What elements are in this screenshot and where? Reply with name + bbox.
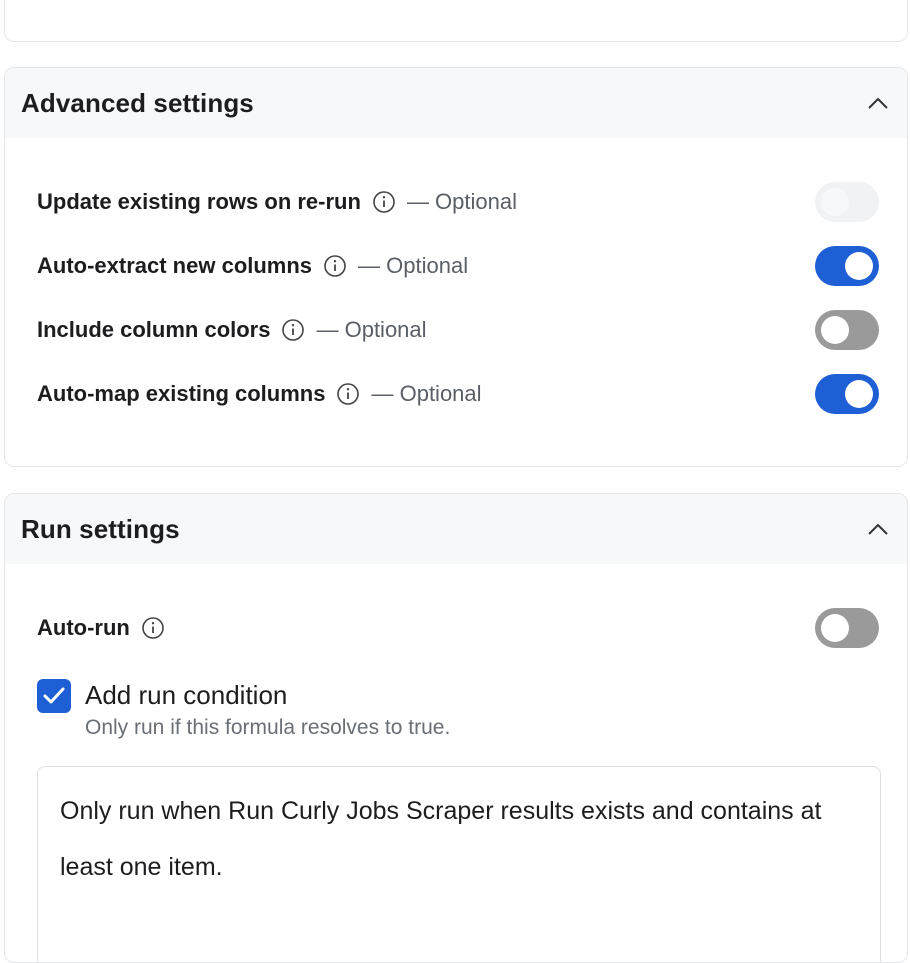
toggle-knob	[821, 614, 849, 642]
advanced-settings-header[interactable]: Advanced settings	[5, 68, 907, 138]
run-condition-checkbox[interactable]	[37, 679, 71, 713]
setting-row-auto-map-columns: Auto-map existing columns — Optional	[37, 372, 879, 416]
run-condition-formula-input[interactable]: Only run when Run Curly Jobs Scraper res…	[37, 766, 881, 962]
setting-row-auto-extract-columns: Auto-extract new columns — Optional	[37, 244, 879, 288]
chevron-up-icon[interactable]	[865, 516, 891, 542]
run-settings-card: Run settings Auto-run Add run condition …	[4, 493, 908, 963]
optional-tag: — Optional	[316, 317, 427, 342]
auto-map-columns-toggle[interactable]	[815, 374, 879, 414]
run-condition-help: Only run if this formula resolves to tru…	[85, 716, 451, 739]
run-settings-header[interactable]: Run settings	[5, 494, 907, 564]
info-icon[interactable]	[280, 317, 306, 343]
checkmark-icon	[43, 687, 65, 704]
auto-run-toggle[interactable]	[815, 608, 879, 648]
optional-tag: — Optional	[358, 253, 469, 278]
info-icon[interactable]	[335, 381, 361, 407]
setting-label: Include column colors	[37, 317, 271, 342]
toggle-knob	[845, 252, 873, 280]
info-icon[interactable]	[140, 615, 166, 641]
run-condition-row: Add run condition Only run if this formu…	[37, 678, 450, 740]
info-icon[interactable]	[322, 253, 348, 279]
update-existing-rows-toggle[interactable]	[815, 182, 879, 222]
toggle-knob	[821, 316, 849, 344]
setting-label: Auto-extract new columns	[37, 253, 313, 278]
setting-label: Auto-map existing columns	[37, 381, 326, 406]
optional-tag: — Optional	[371, 381, 482, 406]
auto-run-label: Auto-run	[37, 615, 130, 640]
chevron-up-icon[interactable]	[865, 90, 891, 116]
info-icon[interactable]	[371, 189, 397, 215]
run-settings-title: Run settings	[21, 513, 180, 544]
advanced-settings-title: Advanced settings	[21, 87, 254, 118]
setting-row-include-column-colors: Include column colors — Optional	[37, 308, 879, 352]
setting-row-update-existing-rows: Update existing rows on re-run — Optiona…	[37, 180, 879, 224]
optional-tag: — Optional	[406, 189, 517, 214]
include-column-colors-toggle[interactable]	[815, 310, 879, 350]
toggle-knob	[845, 380, 873, 408]
toggle-knob	[821, 188, 849, 216]
run-condition-label: Add run condition	[85, 680, 288, 710]
previous-section-card	[4, 0, 908, 42]
advanced-settings-card: Advanced settings Update existing rows o…	[4, 67, 908, 467]
setting-label: Update existing rows on re-run	[37, 189, 361, 214]
setting-row-auto-run: Auto-run	[37, 606, 879, 650]
auto-extract-columns-toggle[interactable]	[815, 246, 879, 286]
